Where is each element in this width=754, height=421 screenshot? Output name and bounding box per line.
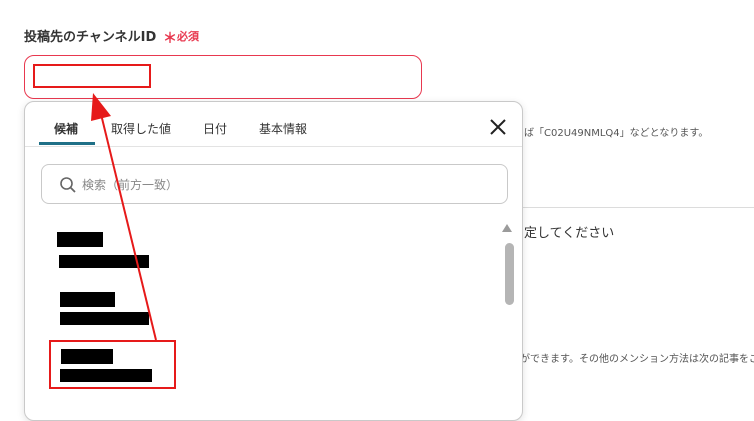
required-label: 必須 [177,30,199,43]
annotation-item-highlight [49,340,176,389]
tabs-divider [25,146,522,147]
popup-tabs: 候補 取得した値 日付 基本情報 [25,102,522,147]
scrollbar-thumb[interactable] [505,243,514,305]
background-text-2: ができます。その他のメンション方法は次の記事をご [520,354,754,365]
channel-id-label: 投稿先のチャンネルID [24,30,157,45]
close-icon [490,119,506,135]
required-mark: ＊ [163,31,177,47]
tab-basic-info[interactable]: 基本情報 [259,120,307,137]
redacted-subtitle [59,255,149,268]
list-item[interactable] [57,228,187,278]
redacted-title [57,232,103,247]
scroll-up-arrow-icon[interactable] [502,224,512,232]
list-item[interactable] [57,288,187,338]
active-tab-indicator [39,142,95,145]
section-divider [523,207,754,208]
close-button[interactable] [487,116,509,138]
redacted-subtitle [60,312,149,325]
redacted-title [60,292,115,307]
annotation-input-highlight [33,64,151,88]
tab-candidates[interactable]: 候補 [54,120,78,137]
search-input[interactable] [80,173,494,197]
tab-date[interactable]: 日付 [203,120,227,137]
background-text: 定してください [524,226,615,241]
search-icon [60,177,76,193]
tab-acquired-values[interactable]: 取得した値 [111,120,171,137]
field-hint-text: ば「C02U49NMLQ4」などとなります。 [524,128,709,139]
search-box[interactable] [41,164,508,204]
